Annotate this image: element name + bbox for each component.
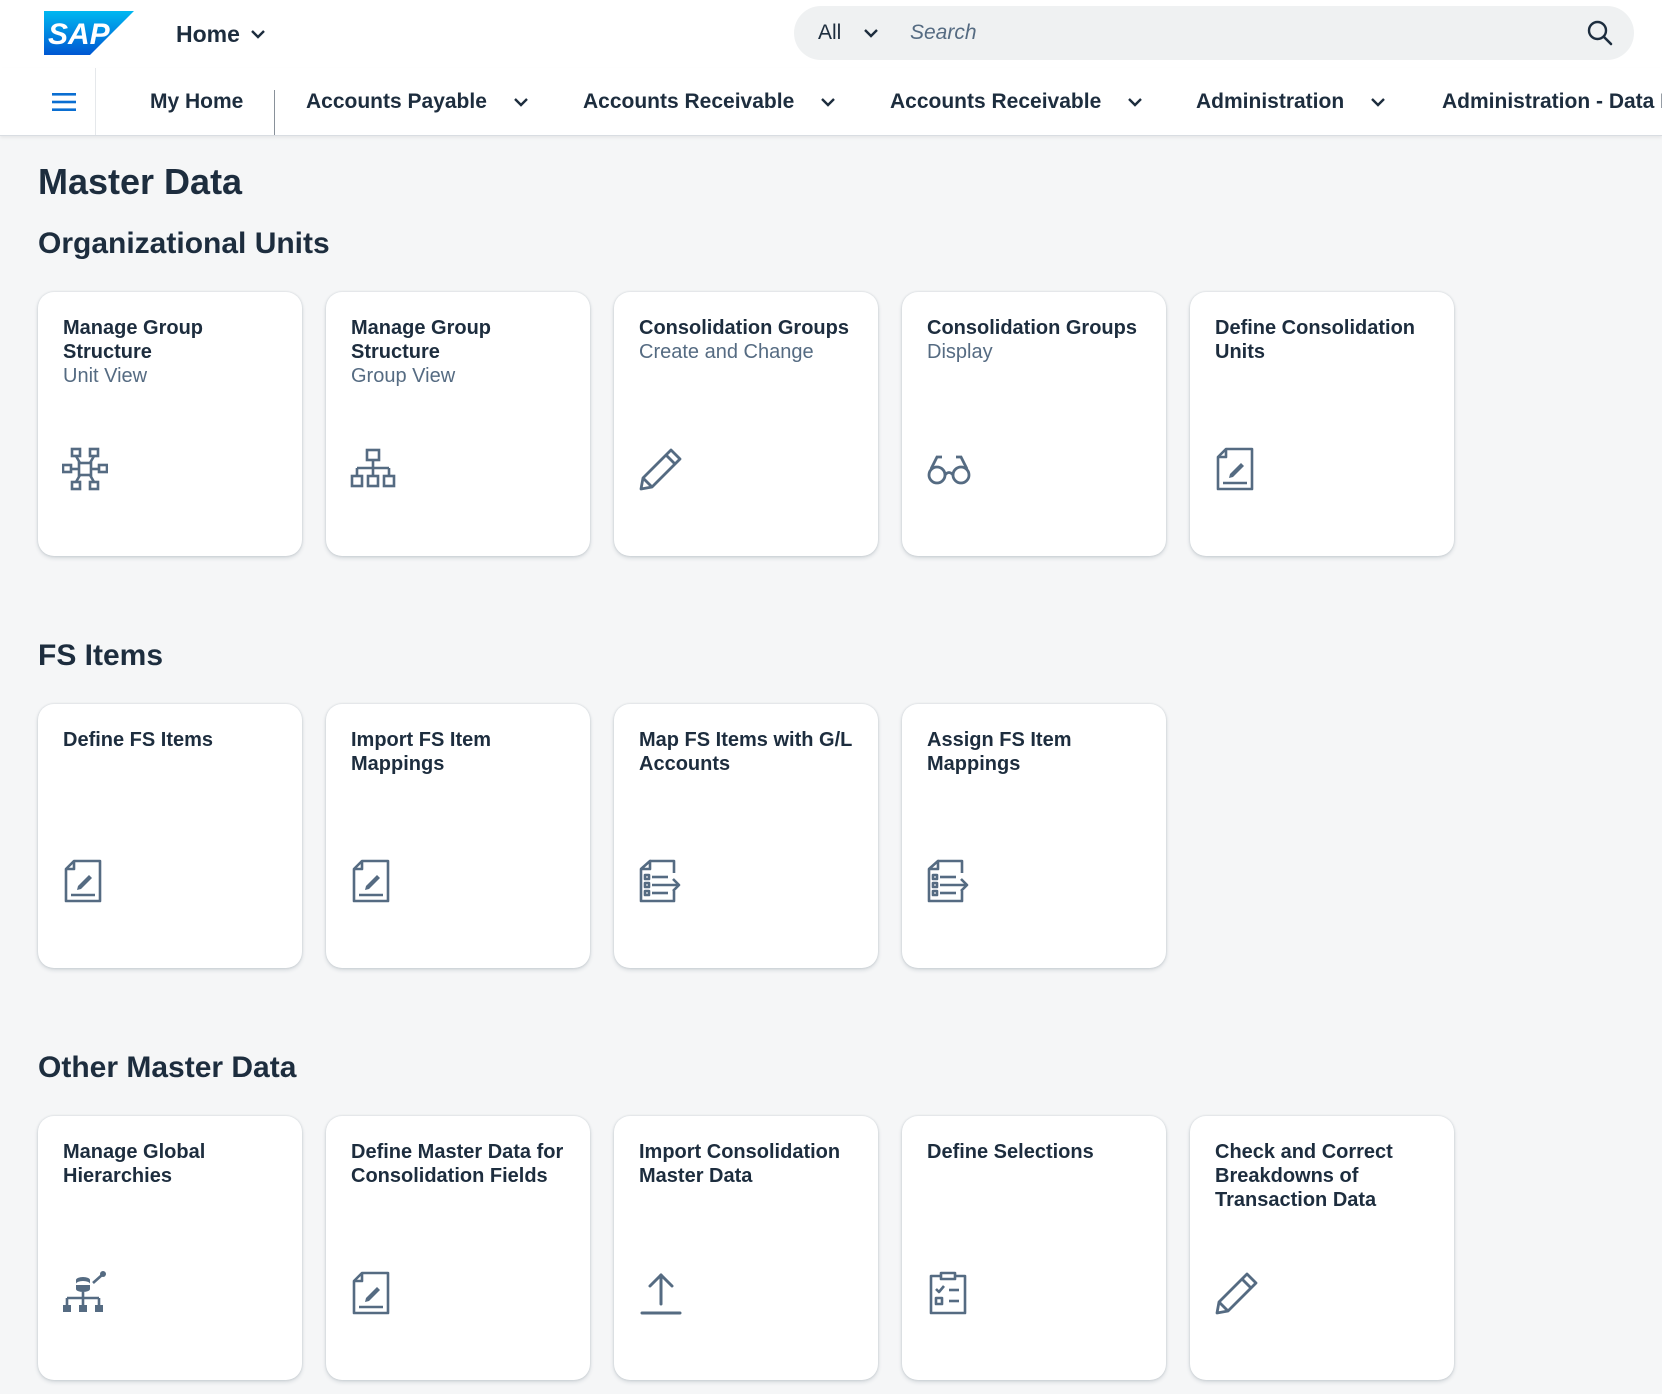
upload-icon [638, 1270, 684, 1316]
tile-consolidation-groups-display[interactable]: Consolidation Groups Display [902, 292, 1166, 556]
tab-label: My Home [150, 89, 244, 113]
tile-title: Check and Correct Breakdowns of Transact… [1215, 1141, 1393, 1211]
tile-title: Manage Global Hierarchies [63, 1141, 206, 1187]
tile-map-fs-items-gl-accounts[interactable]: Map FS Items with G/L Accounts [614, 704, 878, 968]
tile-assign-fs-item-mappings[interactable]: Assign FS Item Mappings [902, 704, 1166, 968]
tile-define-selections[interactable]: Define Selections [902, 1116, 1166, 1380]
tab-administration-data[interactable]: Administration - Data I [1442, 68, 1662, 135]
tile-subtitle: Group View [351, 365, 456, 387]
document-edit-icon [350, 1270, 396, 1316]
tile-title: Manage Group Structure Unit View [63, 316, 288, 388]
chevron-down-icon [514, 97, 528, 107]
tile-title: Consolidation Groups Create and Change [639, 316, 864, 364]
tile-manage-group-structure-group-view[interactable]: Manage Group Structure Group View [326, 292, 590, 556]
tile-manage-group-structure-unit-view[interactable]: Manage Group Structure Unit View [38, 292, 302, 556]
search-scope-label: All [818, 21, 842, 44]
chevron-down-icon [1371, 97, 1386, 107]
section-title: Other Master Data [38, 1051, 297, 1084]
menu-icon[interactable] [32, 68, 96, 135]
tab-accounts-receivable-2[interactable]: Accounts Receivable [890, 68, 1143, 135]
chevron-down-icon [821, 97, 836, 107]
tile-title: Import Consolidation Master Data [639, 1141, 841, 1187]
tab-label: Accounts Receivable [583, 89, 795, 113]
tile-title: Map FS Items with G/L Accounts [639, 729, 852, 775]
tile-import-fs-item-mappings[interactable]: Import FS Item Mappings [326, 704, 590, 968]
chevron-down-icon [251, 30, 265, 39]
section-title: FS Items [38, 639, 164, 672]
shell-bar: SAP Home All [0, 0, 1662, 68]
tile-title: Define FS Items [63, 729, 214, 751]
tile-subtitle: Display [927, 341, 993, 363]
pencil-icon [638, 446, 684, 492]
tab-label: Accounts Payable [306, 89, 487, 113]
sap-logo[interactable]: SAP [44, 11, 134, 55]
tile-title: Assign FS Item Mappings [927, 729, 1072, 775]
search-bar: All [794, 6, 1634, 60]
svg-text:SAP: SAP [48, 18, 111, 51]
tab-my-home[interactable]: My Home [150, 68, 243, 135]
search-icon[interactable] [1586, 19, 1614, 47]
pencil-icon [1214, 1270, 1260, 1316]
tab-accounts-payable[interactable]: Accounts Payable [306, 68, 529, 135]
tile-title: Manage Group Structure Group View [351, 316, 576, 388]
search-input[interactable] [910, 15, 1550, 51]
org-chart-icon [350, 446, 396, 492]
tile-title: Define Consolidation Units [1215, 317, 1415, 363]
tile-title: Consolidation Groups Display [927, 316, 1152, 364]
document-edit-icon [350, 858, 396, 904]
tile-define-master-data-consolidation-fields[interactable]: Define Master Data for Consolidation Fie… [326, 1116, 590, 1380]
checklist-icon [926, 1270, 972, 1316]
tile-subtitle: Create and Change [639, 341, 814, 363]
tab-label: Accounts Receivable [890, 89, 1102, 113]
tab-label: Administration [1196, 89, 1345, 113]
tab-accounts-receivable[interactable]: Accounts Receivable [583, 68, 836, 135]
tile-subtitle: Unit View [63, 365, 148, 387]
tab-label: Administration - Data I [1442, 89, 1662, 113]
tile-consolidation-groups-create-change[interactable]: Consolidation Groups Create and Change [614, 292, 878, 556]
hierarchy-database-icon [62, 1270, 108, 1316]
list-arrow-icon [638, 858, 684, 904]
page-title: Master Data [38, 161, 243, 202]
chevron-down-icon [864, 29, 879, 38]
tile-define-fs-items[interactable]: Define FS Items [38, 704, 302, 968]
tile-define-consolidation-units[interactable]: Define Consolidation Units [1190, 292, 1454, 556]
tile-title: Define Master Data for Consolidation Fie… [351, 1141, 564, 1187]
search-scope-select[interactable]: All [818, 6, 879, 60]
tile-check-correct-breakdowns[interactable]: Check and Correct Breakdowns of Transact… [1190, 1116, 1454, 1380]
tile-manage-global-hierarchies[interactable]: Manage Global Hierarchies [38, 1116, 302, 1380]
home-label: Home [176, 20, 240, 47]
section-title: Organizational Units [38, 227, 330, 260]
tab-separator [274, 90, 275, 135]
navigation-tab-bar: My Home Accounts Payable Accounts Receiv… [0, 68, 1662, 136]
list-arrow-icon [926, 858, 972, 904]
tile-title: Import FS Item Mappings [351, 729, 492, 775]
tab-administration[interactable]: Administration [1196, 68, 1386, 135]
network-icon [61, 446, 109, 492]
document-edit-icon [1214, 446, 1260, 492]
glasses-icon [926, 446, 972, 492]
document-edit-icon [62, 858, 108, 904]
tile-title: Define Selections [927, 1141, 1094, 1163]
chevron-down-icon [1128, 97, 1143, 107]
home-menu-button[interactable]: Home [176, 17, 266, 51]
tile-import-consolidation-master-data[interactable]: Import Consolidation Master Data [614, 1116, 878, 1380]
